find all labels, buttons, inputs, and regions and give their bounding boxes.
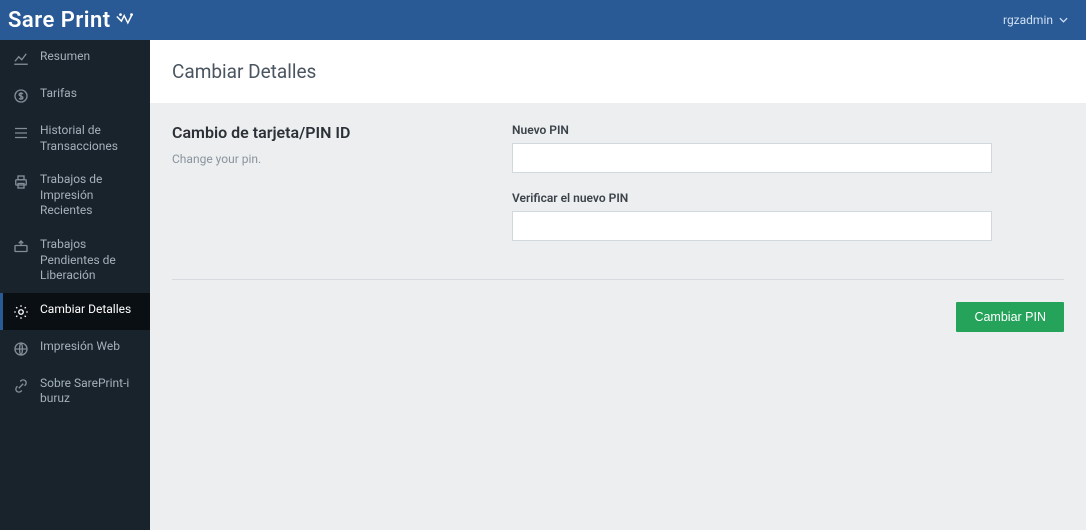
- brand-name: Sare Print: [8, 8, 111, 33]
- globe-icon: [12, 340, 30, 358]
- dollar-circle-icon: [12, 87, 30, 105]
- user-name: rgzadmin: [1003, 13, 1053, 27]
- brand-icon: [115, 11, 137, 29]
- sidebar: Resumen Tarifas Historial de Transaccion…: [0, 40, 150, 530]
- section-title: Cambio de tarjeta/PIN ID: [172, 123, 472, 142]
- gear-icon: [12, 303, 30, 321]
- verify-pin-field[interactable]: [512, 211, 992, 241]
- chart-line-icon: [12, 50, 30, 68]
- sidebar-item-label: Tarifas: [40, 86, 138, 102]
- main-content: Cambiar Detalles Cambio de tarjeta/PIN I…: [150, 40, 1086, 530]
- sidebar-item-historial[interactable]: Historial de Transacciones: [0, 114, 150, 163]
- user-menu[interactable]: rgzadmin: [1003, 13, 1068, 27]
- sidebar-item-label: Resumen: [40, 49, 138, 65]
- sidebar-item-label: Cambiar Detalles: [40, 302, 138, 318]
- sidebar-item-label: Sobre SarePrint-i buruz: [40, 376, 138, 407]
- section-subtitle: Change your pin.: [172, 152, 472, 166]
- page-title: Cambiar Detalles: [172, 60, 1064, 83]
- sidebar-item-label: Historial de Transacciones: [40, 123, 138, 154]
- page-header: Cambiar Detalles: [150, 40, 1086, 103]
- sidebar-item-label: Trabajos de Impresión Recientes: [40, 172, 138, 219]
- sidebar-item-label: Trabajos Pendientes de Liberación: [40, 237, 138, 284]
- release-icon: [12, 238, 30, 256]
- new-pin-field[interactable]: [512, 143, 992, 173]
- list-icon: [12, 124, 30, 142]
- submit-button[interactable]: Cambiar PIN: [956, 302, 1064, 332]
- sidebar-item-cambiar-detalles[interactable]: Cambiar Detalles: [0, 293, 150, 330]
- sidebar-item-label: Impresión Web: [40, 339, 138, 355]
- sidebar-item-impresion-web[interactable]: Impresión Web: [0, 330, 150, 367]
- brand: Sare Print: [8, 8, 137, 33]
- sidebar-item-trabajos-pendientes[interactable]: Trabajos Pendientes de Liberación: [0, 228, 150, 293]
- sidebar-item-resumen[interactable]: Resumen: [0, 40, 150, 77]
- link-icon: [12, 377, 30, 395]
- topbar: Sare Print rgzadmin: [0, 0, 1086, 40]
- chevron-down-icon: [1059, 17, 1068, 23]
- sidebar-item-trabajos-impresion[interactable]: Trabajos de Impresión Recientes: [0, 163, 150, 228]
- printer-icon: [12, 173, 30, 191]
- verify-pin-label: Verificar el nuevo PIN: [512, 191, 992, 205]
- sidebar-item-tarifas[interactable]: Tarifas: [0, 77, 150, 114]
- sidebar-item-sobre[interactable]: Sobre SarePrint-i buruz: [0, 367, 150, 416]
- new-pin-label: Nuevo PIN: [512, 123, 992, 137]
